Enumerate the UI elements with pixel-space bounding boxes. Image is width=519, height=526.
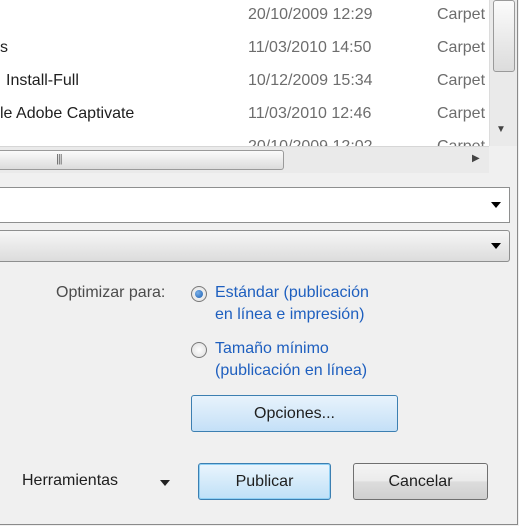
vertical-scroll-thumb[interactable] (493, 0, 515, 72)
file-type-combobox[interactable] (0, 230, 510, 262)
file-date: 20/10/2009 12:29 (248, 6, 373, 23)
file-date: 20/10/2009 12:02 (248, 138, 373, 146)
horizontal-scroll-thumb[interactable]: ||| (0, 150, 284, 170)
file-type: Carpet (437, 6, 486, 23)
horizontal-scrollbar[interactable]: ||| ▶ (0, 146, 489, 173)
scrollbar-corner (489, 146, 517, 173)
chevron-down-icon[interactable] (160, 480, 170, 486)
file-type: Carpet (437, 105, 486, 122)
cancel-button[interactable]: Cancelar (353, 463, 488, 500)
file-name: Install-Full (6, 72, 79, 89)
file-name: le Adobe Captivate (0, 105, 135, 122)
file-type: Carpet (437, 72, 486, 89)
radio-minimum-size[interactable] (191, 342, 207, 358)
list-item[interactable]: s 11/03/2010 14:50 Carpet (0, 33, 489, 66)
scroll-down-arrow-icon[interactable]: ▼ (496, 124, 506, 135)
list-item[interactable]: le Adobe Captivate 11/03/2010 12:46 Carp… (0, 99, 489, 132)
scroll-right-arrow-icon[interactable]: ▶ (472, 153, 480, 164)
tools-menu[interactable]: Herramientas (22, 472, 118, 490)
vertical-scrollbar[interactable]: ▼ (489, 0, 517, 146)
file-date: 10/12/2009 15:34 (248, 72, 373, 89)
file-type: Carpet (437, 39, 486, 56)
chevron-down-icon[interactable] (491, 202, 501, 208)
option-standard-line2: en línea e impresión) (215, 306, 365, 323)
file-date: 11/03/2010 14:50 (248, 39, 372, 56)
option-standard-line1: Estándar (publicación (215, 284, 369, 301)
file-type: Carpet (437, 138, 485, 146)
option-minimum-size-label[interactable]: Tamaño mínimo (publicación en línea) (215, 338, 367, 382)
optimize-label: Optimizar para: (56, 284, 166, 301)
publish-button[interactable]: Publicar (198, 463, 331, 500)
grip-icon: ||| (56, 153, 63, 165)
file-name-combobox[interactable] (0, 187, 510, 223)
file-list[interactable]: 20/10/2009 12:29 Carpet s 11/03/2010 14:… (0, 0, 489, 146)
option-minimum-line1: Tamaño mínimo (215, 340, 329, 357)
options-button[interactable]: Opciones... (191, 395, 398, 432)
option-standard-label[interactable]: Estándar (publicación en línea e impresi… (215, 282, 369, 326)
list-item[interactable]: Install-Full 10/12/2009 15:34 Carpet (0, 66, 489, 99)
file-name: s (0, 39, 8, 56)
chevron-down-icon[interactable] (491, 243, 501, 249)
list-item[interactable]: 20/10/2009 12:29 Carpet (0, 0, 489, 33)
radio-standard[interactable] (191, 286, 207, 302)
option-minimum-line2: (publicación en línea) (215, 362, 368, 379)
file-date: 11/03/2010 12:46 (248, 105, 372, 122)
list-item[interactable]: 20/10/2009 12:02 Carpet (0, 132, 489, 146)
